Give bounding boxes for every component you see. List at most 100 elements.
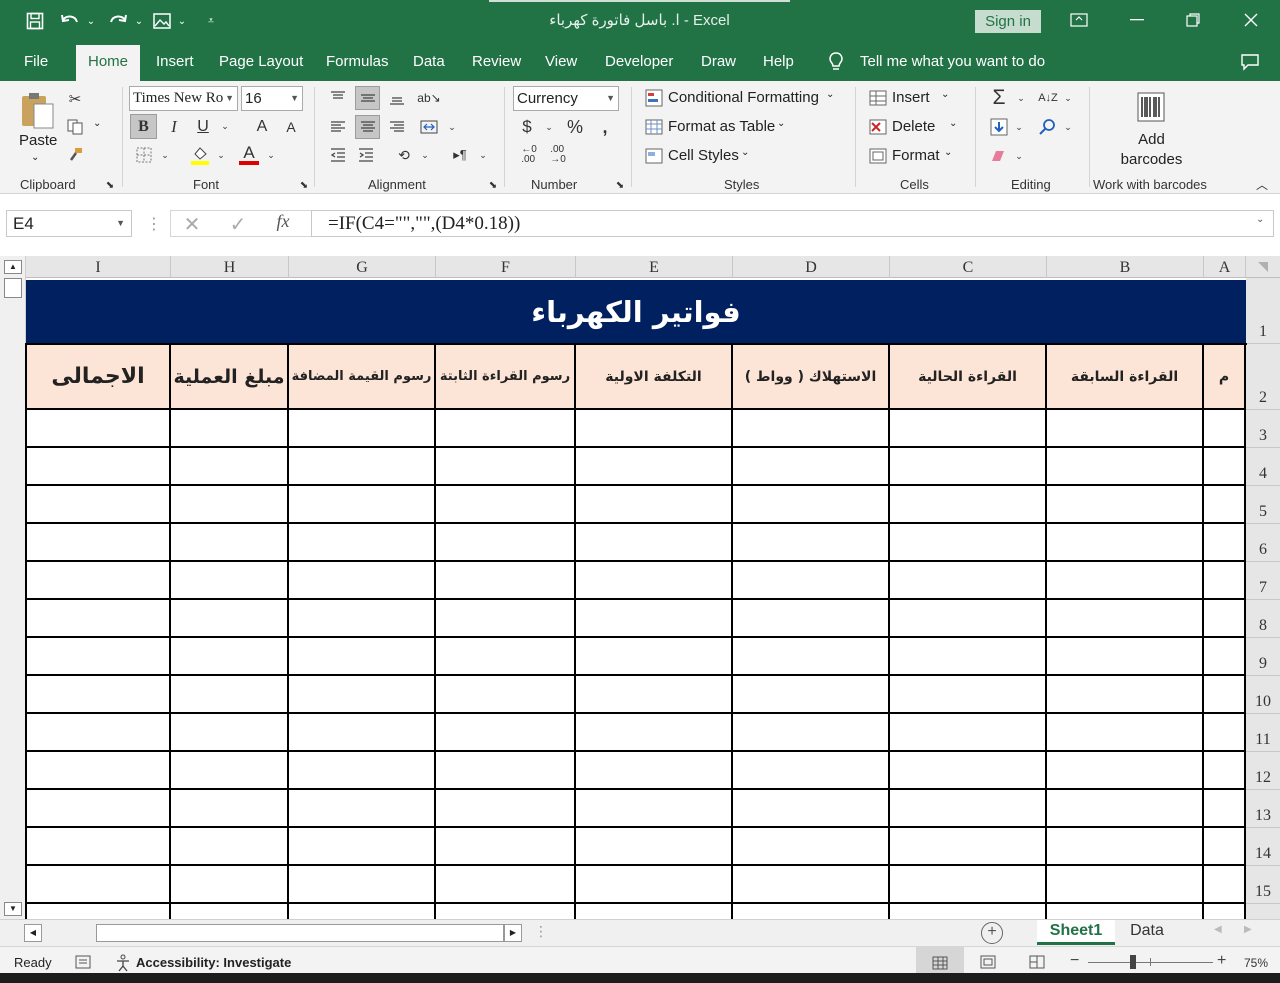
- font-launcher-icon[interactable]: ⬊: [298, 179, 310, 191]
- cell-d8[interactable]: [733, 600, 890, 638]
- paste-icon[interactable]: [18, 89, 56, 131]
- row-header-9[interactable]: 9: [1246, 638, 1280, 676]
- cell-b8[interactable]: [1047, 600, 1204, 638]
- cell-e5[interactable]: [576, 486, 733, 524]
- tab-view[interactable]: View: [545, 42, 577, 81]
- zoom-in-button[interactable]: +: [1217, 952, 1226, 970]
- accessibility-status[interactable]: Accessibility: Investigate: [136, 955, 291, 970]
- col-header-g[interactable]: G: [289, 256, 436, 278]
- cell-a13[interactable]: [1204, 790, 1246, 828]
- fill-dropdown-icon[interactable]: ⌄: [1013, 116, 1025, 138]
- cell-e16[interactable]: [576, 904, 733, 919]
- row-header-10[interactable]: 10: [1246, 676, 1280, 714]
- collapse-ribbon-icon[interactable]: ︿: [1254, 177, 1270, 192]
- cell-i5[interactable]: [27, 486, 171, 524]
- cell-b16[interactable]: [1047, 904, 1204, 919]
- cell-g13[interactable]: [289, 790, 436, 828]
- cell-a8[interactable]: [1204, 600, 1246, 638]
- format-cells-dropdown-icon[interactable]: ⌄: [944, 147, 952, 158]
- cut-icon[interactable]: ✂: [64, 89, 86, 109]
- cell-d3[interactable]: [733, 410, 890, 448]
- col-header-d[interactable]: D: [733, 256, 890, 278]
- text-direction-icon[interactable]: ⟲: [393, 143, 415, 167]
- cell-f12[interactable]: [436, 752, 576, 790]
- insert-cells-icon[interactable]: [868, 87, 888, 109]
- cell-g5[interactable]: [289, 486, 436, 524]
- horizontal-scroll-thumb[interactable]: [96, 924, 504, 942]
- find-select-dropdown-icon[interactable]: ⌄: [1062, 116, 1074, 138]
- tab-split-grip-icon[interactable]: ⋮: [534, 923, 548, 940]
- currency-button[interactable]: $: [516, 115, 538, 139]
- cell-d14[interactable]: [733, 828, 890, 866]
- cell-d15[interactable]: [733, 866, 890, 904]
- cell-a15[interactable]: [1204, 866, 1246, 904]
- cell-g16[interactable]: [289, 904, 436, 919]
- fill-icon[interactable]: [988, 116, 1010, 138]
- autosum-icon[interactable]: Σ: [988, 86, 1010, 109]
- cell-i9[interactable]: [27, 638, 171, 676]
- cell-e7[interactable]: [576, 562, 733, 600]
- cell-d7[interactable]: [733, 562, 890, 600]
- row-header-5[interactable]: 5: [1246, 486, 1280, 524]
- add-barcodes-line2[interactable]: barcodes: [1093, 151, 1210, 168]
- cell-f13[interactable]: [436, 790, 576, 828]
- tab-draw[interactable]: Draw: [701, 42, 736, 81]
- row-header-2[interactable]: 2: [1246, 344, 1280, 410]
- macro-record-icon[interactable]: [75, 955, 93, 971]
- cell-b14[interactable]: [1047, 828, 1204, 866]
- cell-f7[interactable]: [436, 562, 576, 600]
- select-all-corner[interactable]: [1246, 256, 1280, 278]
- cell-e15[interactable]: [576, 866, 733, 904]
- borders-icon[interactable]: [133, 143, 155, 167]
- underline-dropdown-icon[interactable]: ⌄: [219, 114, 231, 139]
- tab-file[interactable]: File: [24, 42, 48, 81]
- header-cell-previous-reading[interactable]: القراءة السابقة: [1047, 345, 1204, 410]
- cell-e11[interactable]: [576, 714, 733, 752]
- row-header-6[interactable]: 6: [1246, 524, 1280, 562]
- cell-e14[interactable]: [576, 828, 733, 866]
- header-cell-total[interactable]: الاجمالى: [27, 345, 171, 410]
- scroll-thumb[interactable]: [4, 278, 22, 298]
- cell-c7[interactable]: [890, 562, 1047, 600]
- cell-f6[interactable]: [436, 524, 576, 562]
- lightbulb-icon[interactable]: [828, 42, 848, 81]
- cell-e4[interactable]: [576, 448, 733, 486]
- header-cell-vat[interactable]: رسوم القيمة المضافة: [289, 345, 436, 410]
- align-left-icon[interactable]: [327, 115, 349, 139]
- cell-h4[interactable]: [171, 448, 289, 486]
- conditional-formatting-icon[interactable]: [644, 87, 664, 109]
- fill-color-icon[interactable]: [189, 143, 211, 167]
- row-header-14[interactable]: 14: [1246, 828, 1280, 866]
- cell-c5[interactable]: [890, 486, 1047, 524]
- sort-filter-dropdown-icon[interactable]: ⌄: [1062, 87, 1074, 109]
- cell-g10[interactable]: [289, 676, 436, 714]
- fill-color-dropdown-icon[interactable]: ⌄: [215, 143, 227, 167]
- delete-cells-dropdown-icon[interactable]: ⌄: [949, 118, 957, 129]
- cell-c10[interactable]: [890, 676, 1047, 714]
- clear-dropdown-icon[interactable]: ⌄: [1013, 145, 1025, 167]
- paragraph-direction-dropdown-icon[interactable]: ⌄: [477, 143, 489, 167]
- cell-b11[interactable]: [1047, 714, 1204, 752]
- text-direction-dropdown-icon[interactable]: ⌄: [419, 143, 431, 167]
- cell-e10[interactable]: [576, 676, 733, 714]
- paragraph-direction-icon[interactable]: ▸¶: [449, 143, 471, 167]
- cell-b4[interactable]: [1047, 448, 1204, 486]
- col-header-f[interactable]: F: [436, 256, 576, 278]
- row-header-15[interactable]: 15: [1246, 866, 1280, 904]
- tab-review[interactable]: Review: [472, 42, 521, 81]
- font-name-combo[interactable]: Times New Ro ▼: [129, 86, 238, 111]
- cell-i14[interactable]: [27, 828, 171, 866]
- cell-f8[interactable]: [436, 600, 576, 638]
- page-layout-view-icon[interactable]: [980, 955, 998, 971]
- cell-f5[interactable]: [436, 486, 576, 524]
- find-select-icon[interactable]: [1037, 116, 1059, 138]
- vertical-scrollbar[interactable]: ▲ ▼: [0, 256, 26, 919]
- cell-b15[interactable]: [1047, 866, 1204, 904]
- cell-h8[interactable]: [171, 600, 289, 638]
- orientation-icon[interactable]: ab↘: [417, 86, 441, 110]
- worksheet-grid[interactable]: ▲ ▼ I H G F E D C B A 1 2 3 4 5 6 7 8 9 …: [0, 256, 1280, 919]
- accessibility-icon[interactable]: [115, 954, 135, 972]
- cell-h3[interactable]: [171, 410, 289, 448]
- cell-h15[interactable]: [171, 866, 289, 904]
- conditional-formatting-dropdown-icon[interactable]: ⌄: [826, 89, 834, 100]
